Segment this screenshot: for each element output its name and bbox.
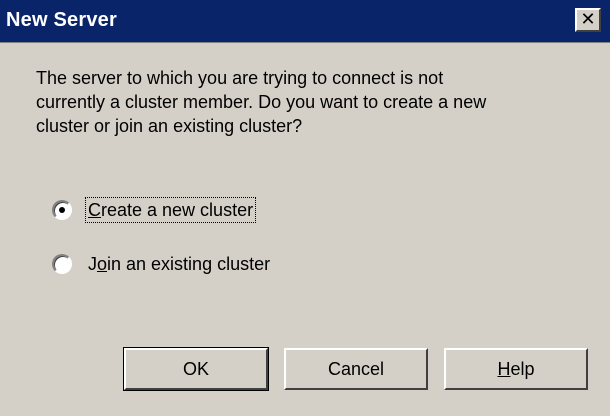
- option-join-existing-cluster[interactable]: Join an existing cluster: [52, 250, 272, 278]
- title-bar: New Server ✕: [0, 0, 610, 43]
- help-button-label: elp: [510, 358, 535, 379]
- option-text-join: in an existing cluster: [107, 254, 271, 274]
- radio-create-new-cluster[interactable]: [52, 200, 72, 220]
- window-title: New Server: [6, 9, 117, 31]
- dialog-message: The server to which you are trying to co…: [36, 68, 487, 136]
- ok-button-label: OK: [182, 358, 209, 379]
- close-button[interactable]: ✕: [575, 8, 601, 32]
- option-text-join-pre: J: [88, 254, 97, 274]
- ok-button[interactable]: OK: [123, 347, 269, 391]
- close-icon: ✕: [580, 9, 596, 30]
- help-mnemonic: H: [497, 358, 511, 379]
- help-button[interactable]: Help: [444, 348, 588, 390]
- cancel-button[interactable]: Cancel: [284, 348, 428, 390]
- option-text-create: reate a new cluster: [101, 200, 254, 220]
- option-label-join[interactable]: Join an existing cluster: [86, 252, 272, 276]
- mnemonic-c: C: [88, 200, 101, 220]
- option-label-create[interactable]: Create a new cluster: [84, 197, 257, 223]
- option-create-new-cluster[interactable]: Create a new cluster: [52, 196, 257, 224]
- mnemonic-o: o: [97, 254, 108, 274]
- radio-selected-dot: [59, 207, 65, 213]
- radio-join-existing-cluster[interactable]: [52, 254, 72, 274]
- cancel-button-label: Cancel: [327, 358, 385, 379]
